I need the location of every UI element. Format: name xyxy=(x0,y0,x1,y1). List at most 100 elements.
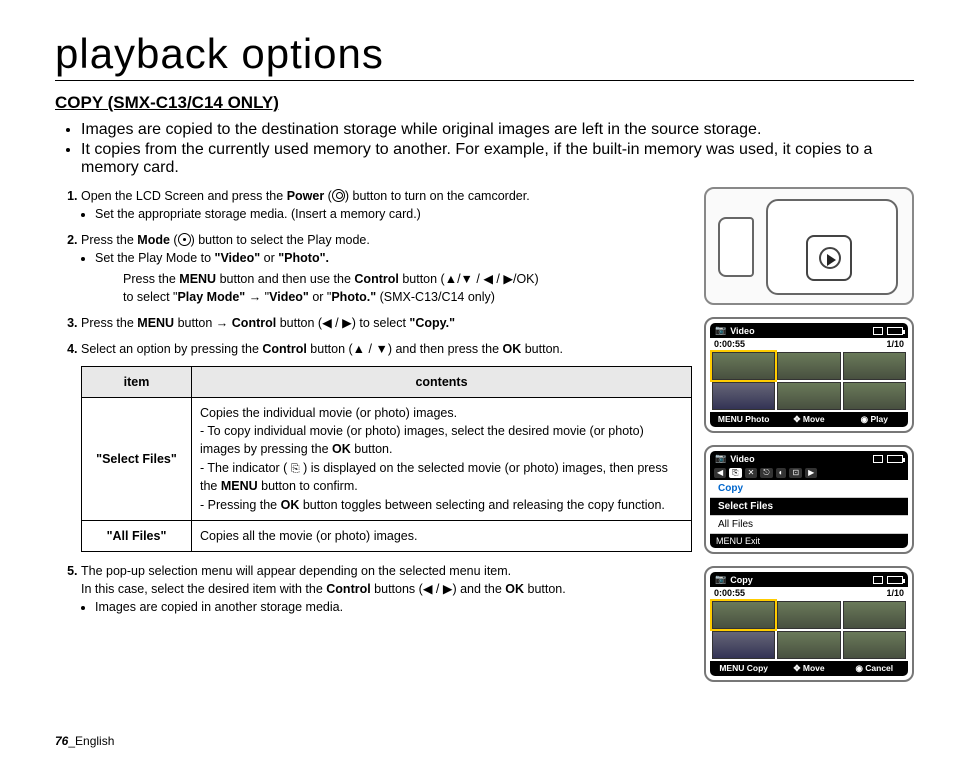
lcd-title: Video xyxy=(730,454,754,464)
step1-sub: Set the appropriate storage media. (Inse… xyxy=(95,205,692,223)
lcd-screen-video-thumbs: 📷Video 0:00:551/10 MENU Photo✥ Move◉ Pla… xyxy=(704,317,914,433)
menu-item-all-files: All Files xyxy=(710,516,908,534)
lcd-time: 0:00:55 xyxy=(714,339,745,349)
text: The pop-up selection menu will appear de… xyxy=(81,564,511,578)
text: Open the LCD Screen and press the xyxy=(81,189,287,203)
text: MENU xyxy=(137,316,174,330)
step5-sub: Images are copied in another storage med… xyxy=(95,598,692,616)
text: OK xyxy=(503,342,522,356)
page-lang: _English xyxy=(68,734,114,748)
text: OK xyxy=(332,442,351,456)
thumbnail xyxy=(712,601,775,629)
text: Play Mode" xyxy=(177,290,245,304)
text: button and then use the xyxy=(216,272,354,286)
lcd-title: Copy xyxy=(730,575,753,585)
lcd-title: Video xyxy=(730,326,754,336)
text: → " xyxy=(245,290,269,304)
text: OK xyxy=(281,498,300,512)
text: In this case, select the desired item wi… xyxy=(81,582,326,596)
steps-list: Open the LCD Screen and press the Power … xyxy=(55,187,692,616)
thumbnail xyxy=(712,352,775,380)
text: or " xyxy=(309,290,332,304)
row-select-files-content: Copies the individual movie (or photo) i… xyxy=(192,398,692,521)
step-1: Open the LCD Screen and press the Power … xyxy=(81,187,692,223)
options-table: item contents "Select Files" Copies the … xyxy=(81,366,692,552)
text: buttons (◀ / ▶) and the xyxy=(371,582,506,596)
battery-icon xyxy=(887,327,903,335)
text: "Photo". xyxy=(278,251,329,265)
page-digit: 76 xyxy=(55,734,68,748)
lcd-time: 0:00:55 xyxy=(714,588,745,598)
card-icon xyxy=(873,455,883,463)
play-button-icon xyxy=(806,235,852,281)
thumbnail xyxy=(777,601,840,629)
section-heading: COPY (SMX-C13/C14 ONLY) xyxy=(55,93,914,113)
text: "Video" xyxy=(215,251,261,265)
step-5: The pop-up selection menu will appear de… xyxy=(81,562,692,616)
text: button to select the Play mode. xyxy=(195,233,370,247)
lcd-label: MENU Copy xyxy=(714,663,773,674)
text: button to confirm. xyxy=(258,479,358,493)
copy-indicator-icon: ⎘ xyxy=(291,462,300,478)
lcd-label: Move xyxy=(803,414,825,424)
text: OK xyxy=(505,582,524,596)
text: Set the Play Mode to xyxy=(95,251,215,265)
text: Copies the individual movie (or photo) i… xyxy=(200,406,457,420)
figure-column: 📷Video 0:00:551/10 MENU Photo✥ Move◉ Pla… xyxy=(704,187,914,694)
text: Pressing the xyxy=(208,498,281,512)
text: button (▲/▼ / ◀ / ▶/OK) xyxy=(399,272,539,286)
text: Video" xyxy=(269,290,309,304)
lcd-count: 1/10 xyxy=(886,339,904,349)
th-item: item xyxy=(82,367,192,398)
text: to select " xyxy=(123,290,177,304)
text: button to turn on the camcorder. xyxy=(349,189,530,203)
thumbnail xyxy=(777,352,840,380)
step2-sub: Set the Play Mode to "Video" or "Photo".… xyxy=(95,249,692,305)
lcd-label: MENU Photo xyxy=(714,414,773,425)
step-3: Press the MENU button → Control button (… xyxy=(81,314,692,332)
thumbnail xyxy=(712,631,775,659)
text: Press the xyxy=(81,233,137,247)
card-icon xyxy=(873,576,883,584)
text: Control xyxy=(354,272,398,286)
thumbnail xyxy=(843,382,906,410)
lcd-label: Cancel xyxy=(865,663,893,673)
text: To copy individual movie (or photo) imag… xyxy=(200,424,644,456)
thumbnail xyxy=(777,631,840,659)
text: button. xyxy=(521,342,563,356)
intro-item: Images are copied to the destination sto… xyxy=(81,121,914,139)
text: Control xyxy=(262,342,306,356)
battery-icon xyxy=(887,576,903,584)
page-title: playback options xyxy=(55,30,914,81)
text: Photo." xyxy=(331,290,376,304)
text: button → xyxy=(174,316,232,330)
card-icon xyxy=(873,327,883,335)
text: button. xyxy=(351,442,393,456)
text: "Copy." xyxy=(409,316,455,330)
lcd-screen-copy-select: 📷Copy 0:00:551/10 MENU Copy✥ Move◉ Cance… xyxy=(704,566,914,682)
main-content: Open the LCD Screen and press the Power … xyxy=(55,187,692,694)
menu-item-copy: Copy xyxy=(710,480,908,498)
text: Control xyxy=(232,316,276,330)
text: (SMX-C13/C14 only) xyxy=(376,290,495,304)
lcd-label: Move xyxy=(803,663,825,673)
lcd-screen-copy-menu: 📷Video ◀⎘✕⎋◐⊡▶ Copy Select Files All Fil… xyxy=(704,445,914,554)
mode-icon xyxy=(178,233,191,246)
lcd-label: Play xyxy=(870,414,888,424)
camcorder-illustration xyxy=(704,187,914,305)
thumbnail xyxy=(843,352,906,380)
battery-icon xyxy=(887,455,903,463)
th-contents: contents xyxy=(192,367,692,398)
thumbnail xyxy=(777,382,840,410)
step-4: Select an option by pressing the Control… xyxy=(81,340,692,552)
text: MENU xyxy=(221,479,258,493)
row-select-files: "Select Files" xyxy=(82,398,192,521)
menu-exit: MENU Exit xyxy=(710,534,908,548)
thumbnail xyxy=(712,382,775,410)
mode-label: Mode xyxy=(137,233,170,247)
text: The indicator ( xyxy=(207,461,287,475)
menu-item-select-files: Select Files xyxy=(710,498,908,516)
text: or xyxy=(260,251,278,265)
text: Control xyxy=(326,582,370,596)
step-2: Press the Mode () button to select the P… xyxy=(81,231,692,306)
